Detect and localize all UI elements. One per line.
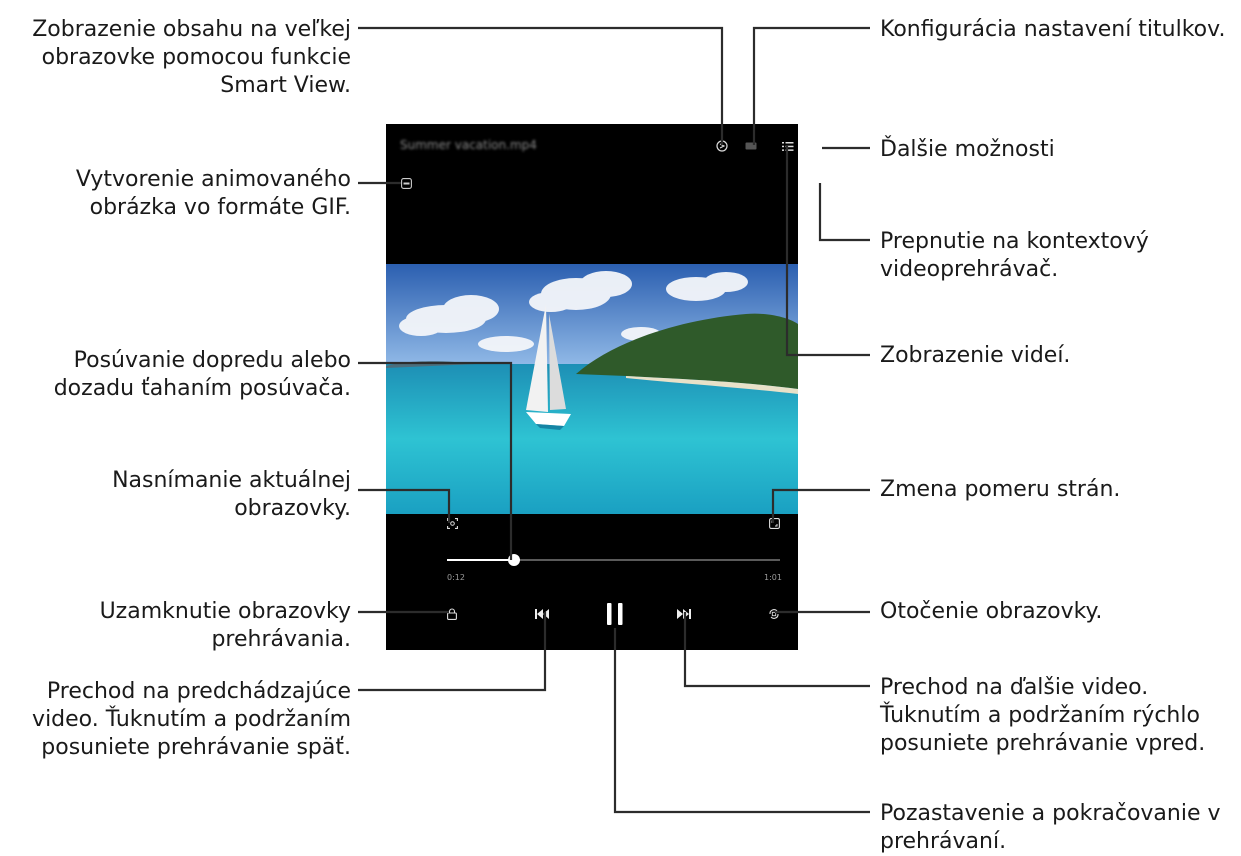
callout-seek: Posúvanie dopredu alebo dozadu ťahaním p… [53,348,351,401]
callout-lock: Uzamknutie obrazovky prehrávania. [99,599,351,652]
capture-icon[interactable] [444,515,460,531]
time-total: 1:01 [764,573,782,582]
pause-icon[interactable] [602,600,628,628]
next-icon[interactable] [674,604,694,624]
callout-rotate: Otočenie obrazovky. [880,599,1103,624]
smart-view-icon[interactable] [714,138,730,154]
callout-capture: Nasnímanie aktuálnej obrazovky. [112,468,351,521]
video-player: Summer vacation.mp4 0:12 1:01 [386,124,798,650]
callout-more-options: Ďalšie možnosti [880,137,1055,162]
seek-progress [447,559,514,561]
callout-pause: Pozastavenie a pokračovanie v prehrávaní… [880,801,1221,854]
callout-gif: Vytvorenie animovaného obrázka vo formát… [75,167,351,220]
lock-icon[interactable] [444,606,460,622]
previous-icon[interactable] [532,604,552,624]
callout-smart-view: Zobrazenie obsahu na veľkej obrazovke po… [32,17,351,98]
video-title: Summer vacation.mp4 [400,138,537,152]
callout-next: Prechod na ďalšie video. Ťuknutím a podr… [880,675,1206,756]
callout-previous: Prechod na predchádzajúce video. Ťuknutí… [32,679,351,760]
callout-ratio: Zmena pomeru strán. [880,477,1121,502]
video-list-icon[interactable] [780,138,796,154]
subtitles-icon[interactable] [743,138,759,154]
seek-thumb[interactable] [507,554,520,566]
gif-icon[interactable] [398,175,414,191]
callout-subtitles: Konfigurácia nastavení titulkov. [880,17,1226,42]
callout-popup-player: Prepnutie na kontextový videoprehrávač. [880,229,1149,282]
callout-video-list: Zobrazenie videí. [880,343,1071,368]
rotate-icon[interactable] [766,606,782,622]
ratio-icon[interactable] [766,515,782,531]
video-frame[interactable] [386,264,798,514]
time-current: 0:12 [447,573,465,582]
